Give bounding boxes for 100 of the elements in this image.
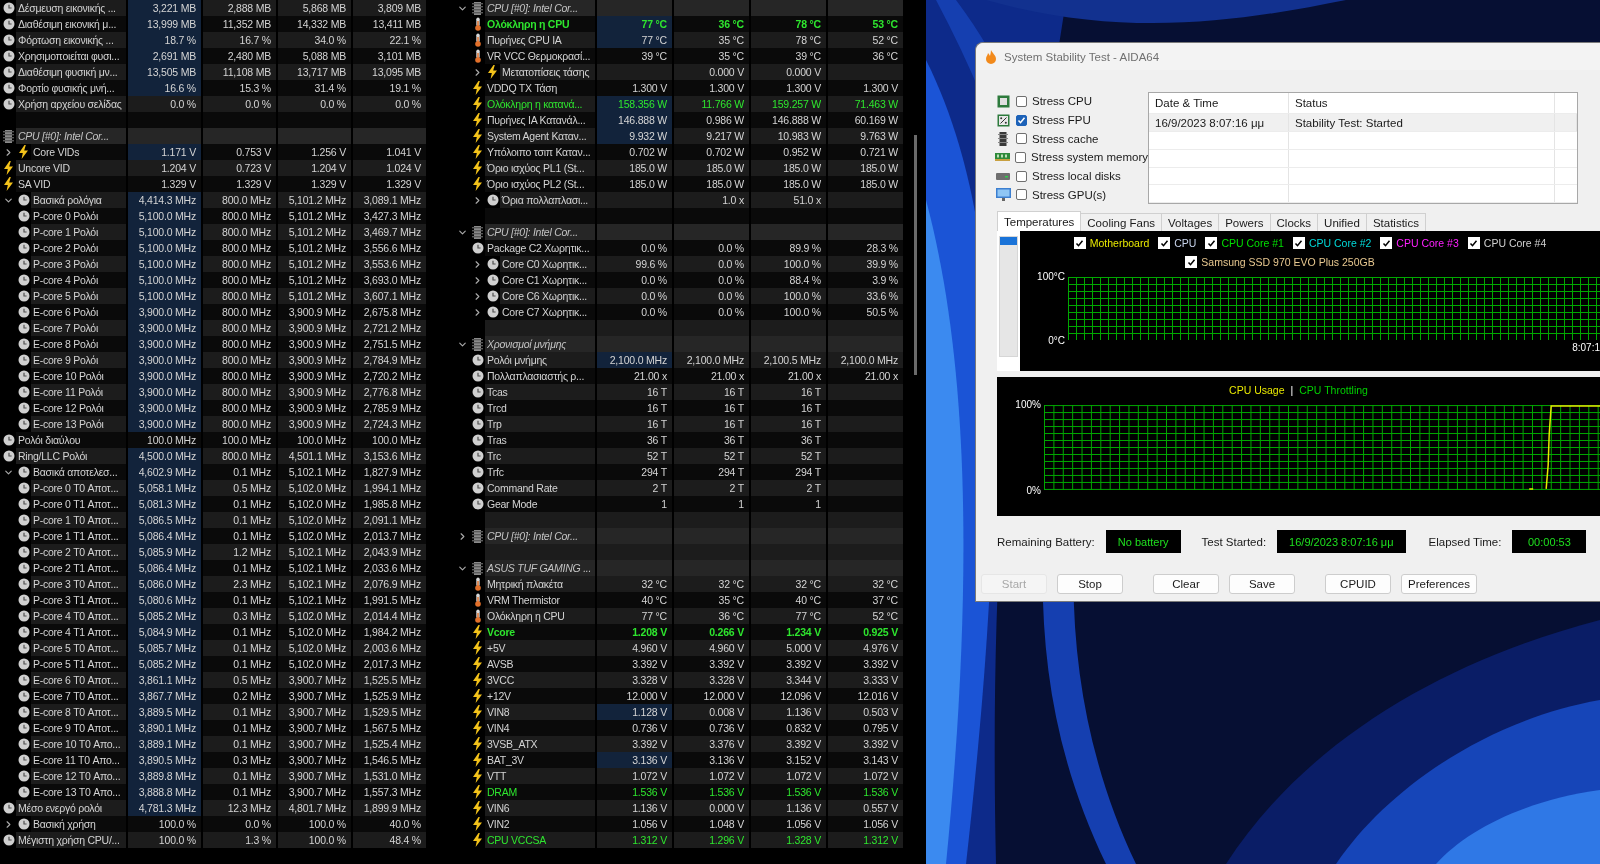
sensor-label[interactable]: Χρήση αρχείου σελίδας bbox=[16, 96, 126, 112]
button[interactable]: Clear bbox=[1153, 574, 1219, 594]
sensor-label[interactable]: P-core 1 T0 Αποτ... bbox=[31, 512, 126, 528]
sensor-label[interactable]: Core C6 Χωρητικ... bbox=[500, 288, 595, 304]
sensor-label[interactable]: VRM Thermistor bbox=[485, 592, 595, 608]
sensor-label[interactable]: P-core 5 Ρολόι bbox=[31, 288, 126, 304]
sensor-label[interactable]: CPU VCCSA bbox=[485, 832, 595, 848]
sensor-label[interactable]: Διαθέσιμη φυσική μν... bbox=[16, 64, 126, 80]
sensor-label[interactable]: DRAM bbox=[485, 784, 595, 800]
sensor-label[interactable]: E-core 8 Ρολόι bbox=[31, 336, 126, 352]
checkbox-label[interactable]: Stress cache bbox=[1032, 132, 1099, 145]
checkbox[interactable] bbox=[1016, 189, 1027, 201]
sensor-label[interactable]: E-core 12 T0 Απο... bbox=[31, 768, 126, 784]
sensor-label[interactable]: SA VID bbox=[16, 176, 126, 192]
tab[interactable]: Statistics bbox=[1365, 213, 1426, 231]
checkbox[interactable] bbox=[1016, 133, 1027, 145]
group-header[interactable]: CPU [#0]: Intel Cor... bbox=[485, 0, 595, 16]
group-header[interactable]: Χρονισμοί μνήμης bbox=[485, 336, 595, 352]
button[interactable]: Save bbox=[1229, 574, 1295, 594]
sensor-label[interactable]: Ring/LLC Ρολόι bbox=[16, 448, 126, 464]
sensor-label[interactable]: Βασικά ρολόγια bbox=[31, 192, 126, 208]
checkbox[interactable] bbox=[1015, 151, 1027, 163]
checkbox[interactable] bbox=[1016, 170, 1027, 182]
checkbox-label[interactable]: Stress local disks bbox=[1032, 170, 1121, 182]
sensor-label[interactable]: E-core 10 Ρολόι bbox=[31, 368, 126, 384]
sensor-label[interactable]: E-core 12 Ρολόι bbox=[31, 400, 126, 416]
sensor-label[interactable]: Package C2 Χωρητικ... bbox=[485, 240, 595, 256]
sensor-label[interactable]: E-core 7 Ρολόι bbox=[31, 320, 126, 336]
sensor-label[interactable]: Βασική χρήση bbox=[31, 816, 126, 832]
sensor-label[interactable]: E-core 9 Ρολόι bbox=[31, 352, 126, 368]
sensor-label[interactable]: Όριο ισχύος PL1 (St... bbox=[485, 160, 595, 176]
sensor-label[interactable]: P-core 2 T0 Αποτ... bbox=[31, 544, 126, 560]
sensor-label[interactable]: Διαθέσιμη εικονική μ... bbox=[16, 16, 126, 32]
side-scroll-bar[interactable] bbox=[999, 236, 1018, 357]
sensor-label[interactable]: E-core 11 T0 Απο... bbox=[31, 752, 126, 768]
sensor-label[interactable]: E-core 6 T0 Αποτ... bbox=[31, 672, 126, 688]
sensor-label[interactable]: E-core 6 Ρολόι bbox=[31, 304, 126, 320]
sensor-label[interactable]: Πυρήνες CPU IA bbox=[485, 32, 595, 48]
sensor-label[interactable]: Core C7 Χωρητικ... bbox=[500, 304, 595, 320]
scrollbar-thumb[interactable] bbox=[914, 135, 917, 375]
sensor-label[interactable]: Ολόκληρη η CPU bbox=[485, 16, 595, 32]
sensor-label[interactable]: P-core 5 T1 Αποτ... bbox=[31, 656, 126, 672]
sensor-label[interactable]: Ολόκληρη η CPU bbox=[485, 608, 595, 624]
sensor-label[interactable]: VDDQ TX Τάση bbox=[485, 80, 595, 96]
sensor-label[interactable]: Trc bbox=[485, 448, 595, 464]
sensor-label[interactable]: P-core 3 T1 Αποτ... bbox=[31, 592, 126, 608]
sensor-label[interactable]: Trp bbox=[485, 416, 595, 432]
sensor-label[interactable]: Trfc bbox=[485, 464, 595, 480]
sensor-label[interactable]: Βασικά αποτελεσ... bbox=[31, 464, 126, 480]
sensor-label[interactable]: Tras bbox=[485, 432, 595, 448]
checkbox[interactable] bbox=[1016, 114, 1027, 126]
sensor-label[interactable]: E-core 13 Ρολόι bbox=[31, 416, 126, 432]
sensor-label[interactable]: Ρολόι μνήμης bbox=[485, 352, 595, 368]
sensor-label[interactable]: Ολόκληρη η κατανά... bbox=[485, 96, 595, 112]
sensor-label[interactable]: Μετατοπίσεις τάσης bbox=[500, 64, 595, 80]
group-header[interactable]: CPU [#0]: Intel Cor... bbox=[485, 528, 595, 544]
sensor-label[interactable]: P-core 0 T1 Αποτ... bbox=[31, 496, 126, 512]
sensor-label[interactable]: 3VCC bbox=[485, 672, 595, 688]
sensor-label[interactable]: Φορτίο φυσικής μνή... bbox=[16, 80, 126, 96]
sensor-label[interactable]: +5V bbox=[485, 640, 595, 656]
sensor-label[interactable]: Όριο ισχύος PL2 (St... bbox=[485, 176, 595, 192]
checkbox-label[interactable]: Stress FPU bbox=[1032, 114, 1091, 126]
group-header[interactable]: ASUS TUF GAMING ... bbox=[485, 560, 595, 576]
sensor-label[interactable]: P-core 0 T0 Αποτ... bbox=[31, 480, 126, 496]
sensor-label[interactable]: Χρησιμοποιείται φυσι... bbox=[16, 48, 126, 64]
sensor-label[interactable]: P-core 2 Ρολόι bbox=[31, 240, 126, 256]
sensor-label[interactable]: Ρολόι διαύλου bbox=[16, 432, 126, 448]
button[interactable]: Stop bbox=[1057, 574, 1123, 594]
sensor-label[interactable]: Gear Mode bbox=[485, 496, 595, 512]
sensor-label[interactable]: System Agent Καταν... bbox=[485, 128, 595, 144]
sensor-label[interactable]: P-core 0 Ρολόι bbox=[31, 208, 126, 224]
button[interactable]: CPUID bbox=[1325, 574, 1391, 594]
tab[interactable]: Voltages bbox=[1161, 213, 1220, 231]
sensor-label[interactable]: Command Rate bbox=[485, 480, 595, 496]
sensor-label[interactable]: E-core 8 T0 Αποτ... bbox=[31, 704, 126, 720]
column-header[interactable]: Date & Time bbox=[1149, 93, 1289, 114]
sensor-label[interactable]: P-core 4 T0 Αποτ... bbox=[31, 608, 126, 624]
sensor-label[interactable]: P-core 3 T0 Αποτ... bbox=[31, 576, 126, 592]
sensor-label[interactable]: E-core 9 T0 Αποτ... bbox=[31, 720, 126, 736]
sensor-label[interactable]: VTT bbox=[485, 768, 595, 784]
sensor-label[interactable]: VIN6 bbox=[485, 800, 595, 816]
group-header[interactable]: CPU [#0]: Intel Cor... bbox=[16, 128, 126, 144]
sensor-label[interactable]: VIN8 bbox=[485, 704, 595, 720]
button[interactable]: Preferences bbox=[1401, 574, 1477, 594]
sensor-label[interactable]: P-core 5 T0 Αποτ... bbox=[31, 640, 126, 656]
sensor-label[interactable]: Πυρήνες IA Κατανάλ... bbox=[485, 112, 595, 128]
sensor-label[interactable]: VIN2 bbox=[485, 816, 595, 832]
sensor-label[interactable]: Core C1 Χωρητικ... bbox=[500, 272, 595, 288]
sensor-label[interactable]: Trcd bbox=[485, 400, 595, 416]
sensor-label[interactable]: Δέσμευση εικονικής ... bbox=[16, 0, 126, 16]
checkbox-label[interactable]: Stress system memory bbox=[1031, 151, 1148, 164]
sensor-label[interactable]: Όρια πολλαπλασι... bbox=[500, 192, 595, 208]
sensor-label[interactable]: E-core 7 T0 Αποτ... bbox=[31, 688, 126, 704]
sensor-label[interactable]: E-core 10 T0 Απο... bbox=[31, 736, 126, 752]
sensor-label[interactable]: BAT_3V bbox=[485, 752, 595, 768]
sensor-label[interactable]: Vcore bbox=[485, 624, 595, 640]
column-header[interactable]: Status bbox=[1289, 93, 1555, 114]
checkbox-label[interactable]: Stress CPU bbox=[1032, 95, 1093, 108]
sensor-label[interactable]: Πολλαπλασιαστής ρ... bbox=[485, 368, 595, 384]
sensor-label[interactable]: Υπόλοιπο τσιπ Καταν... bbox=[485, 144, 595, 160]
